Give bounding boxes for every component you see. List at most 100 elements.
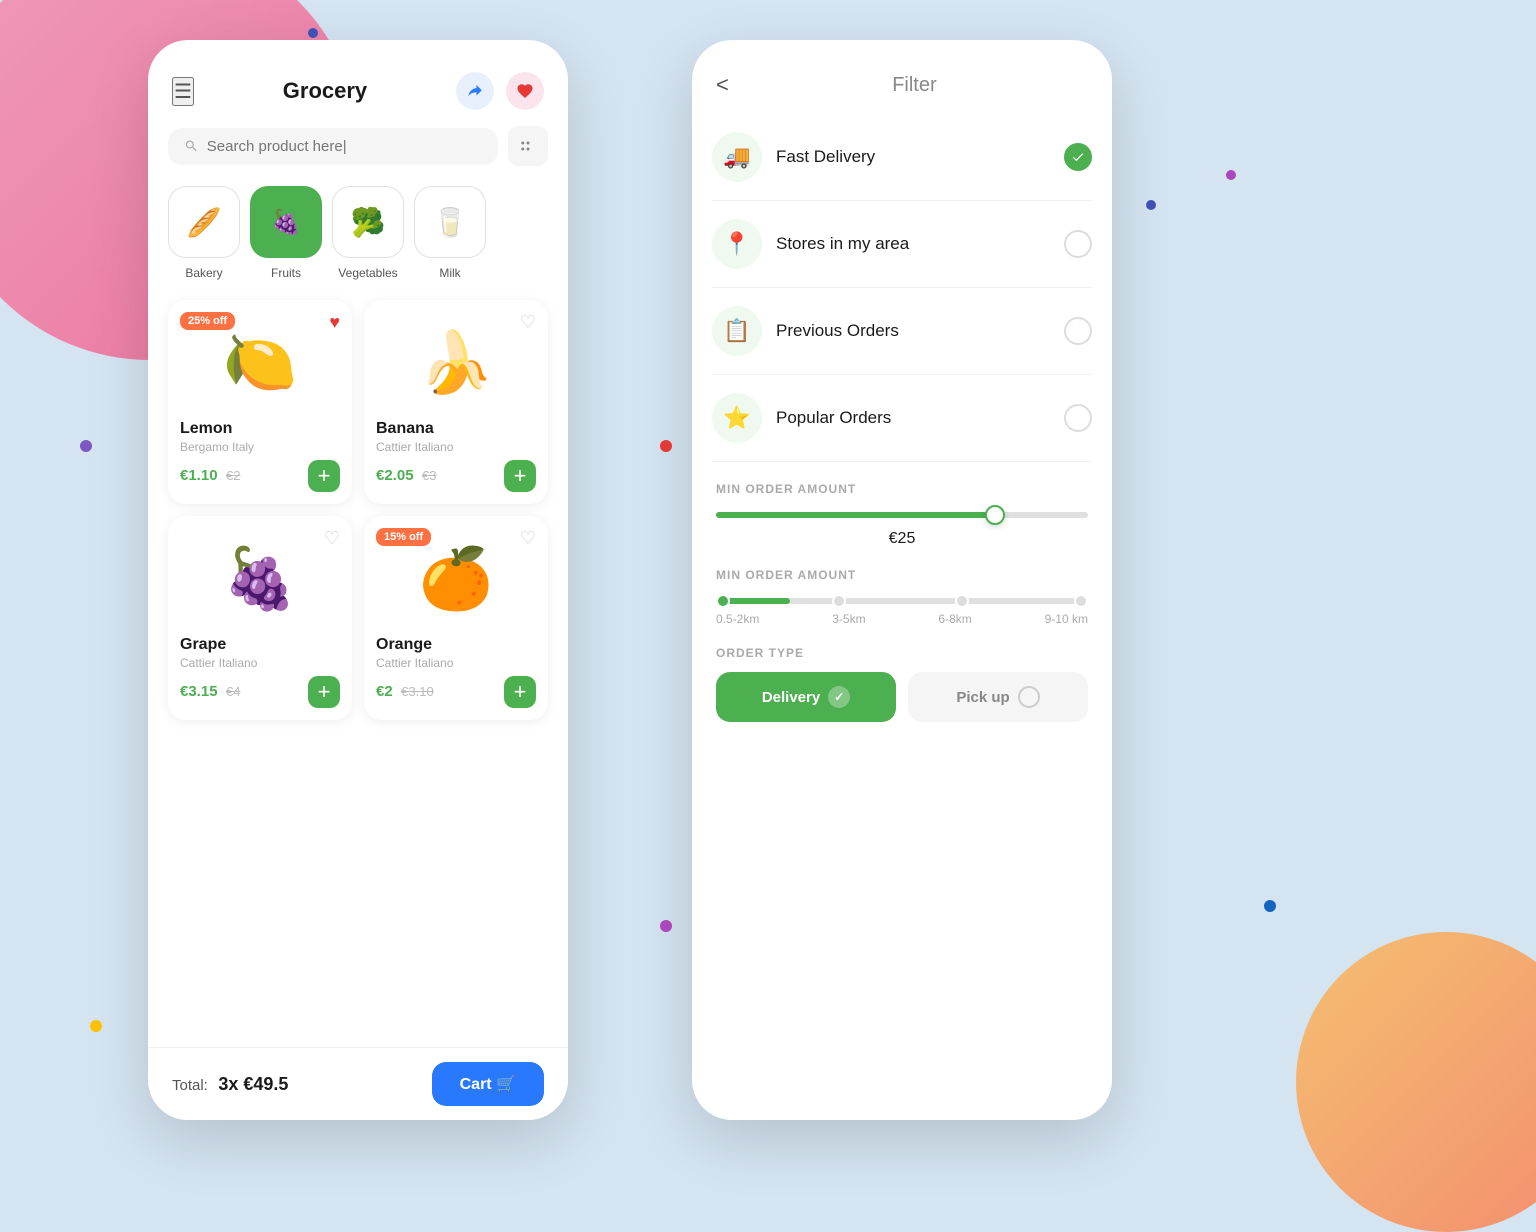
add-to-cart-lemon[interactable]: + <box>308 460 340 492</box>
wishlist-button[interactable] <box>506 72 544 110</box>
discount-badge-lemon: 25% off <box>180 312 235 330</box>
vegetables-label: Vegetables <box>338 266 397 280</box>
order-type-row: Delivery ✓ Pick up <box>716 672 1088 722</box>
filter-dots-button[interactable] <box>508 126 548 166</box>
pickup-button[interactable]: Pick up <box>908 672 1088 722</box>
popular-orders-label: Popular Orders <box>776 408 1050 428</box>
delivery-button[interactable]: Delivery ✓ <box>716 672 896 722</box>
share-button[interactable] <box>456 72 494 110</box>
product-origin-grape: Cattier Italiano <box>180 656 340 670</box>
stores-label: Stores in my area <box>776 234 1050 254</box>
cart-button[interactable]: Cart 🛒 <box>432 1062 544 1106</box>
price-new-orange: €2 <box>376 683 393 700</box>
milk-icon-wrap: 🥛 <box>414 186 486 258</box>
product-origin-orange: Cattier Italiano <box>376 656 536 670</box>
decorative-dot-7 <box>1264 900 1276 912</box>
price-old-grape: €4 <box>226 684 240 699</box>
decorative-dot-5 <box>660 920 672 932</box>
filter-fast-delivery[interactable]: 🚚 Fast Delivery <box>712 114 1092 201</box>
product-price-row-grape: €3.15 €4 + <box>180 676 340 708</box>
product-orange: 15% off ♡ 🍊 Orange Cattier Italiano €2 €… <box>364 516 548 720</box>
add-to-cart-grape[interactable]: + <box>308 676 340 708</box>
filter-title: Filter <box>741 74 1088 97</box>
add-to-cart-orange[interactable]: + <box>504 676 536 708</box>
app-title: Grocery <box>283 78 367 104</box>
discount-badge-orange: 15% off <box>376 528 431 546</box>
distance-label: MIN ORDER AMOUNT <box>716 568 1088 582</box>
price-new-banana: €2.05 <box>376 467 414 484</box>
min-order-track <box>716 512 1088 518</box>
min-order-label: MIN ORDER AMOUNT <box>716 482 1088 496</box>
fast-delivery-label: Fast Delivery <box>776 147 1050 167</box>
fast-delivery-radio[interactable] <box>1064 143 1092 171</box>
cart-total: Total: 3x €49.5 <box>172 1074 288 1095</box>
decorative-dot-0 <box>308 28 318 38</box>
popular-orders-radio[interactable] <box>1064 404 1092 432</box>
bakery-icon-wrap: 🥖 <box>168 186 240 258</box>
filter-header: < Filter <box>692 40 1112 114</box>
milk-label: Milk <box>439 266 460 280</box>
product-price-row-lemon: €1.10 €2 + <box>180 460 340 492</box>
wishlist-lemon[interactable]: ♥ <box>329 312 340 333</box>
filter-stores[interactable]: 📍 Stores in my area <box>712 201 1092 288</box>
price-old-orange: €3.10 <box>401 684 434 699</box>
order-type-section: ORDER TYPE Delivery ✓ Pick up <box>692 646 1112 742</box>
bg-decoration-orange <box>1296 932 1536 1232</box>
header-icons <box>456 72 544 110</box>
distance-label-3: 6-8km <box>938 612 971 626</box>
price-old-lemon: €2 <box>226 468 240 483</box>
min-order-value: €25 <box>716 530 1088 548</box>
wishlist-grape[interactable]: ♡ <box>324 528 340 549</box>
search-bar <box>168 126 548 166</box>
price-group-banana: €2.05 €3 <box>376 467 436 485</box>
price-group-grape: €3.15 €4 <box>180 683 240 701</box>
decorative-dot-3 <box>90 1020 102 1032</box>
product-origin-banana: Cattier Italiano <box>376 440 536 454</box>
price-group-orange: €2 €3.10 <box>376 683 434 701</box>
filter-list: 🚚 Fast Delivery 📍 Stores in my area 📋 Pr… <box>692 114 1112 462</box>
decorative-dot-1 <box>1226 170 1236 180</box>
fruits-icon-wrap: 🍇 <box>250 186 322 258</box>
search-input-wrap[interactable] <box>168 128 498 165</box>
search-input[interactable] <box>207 138 482 155</box>
filter-phone: < Filter 🚚 Fast Delivery 📍 Stores in my … <box>692 40 1112 1120</box>
min-order-section: MIN ORDER AMOUNT €25 <box>692 462 1112 568</box>
stores-icon: 📍 <box>712 219 762 269</box>
price-new-grape: €3.15 <box>180 683 218 700</box>
product-name-lemon: Lemon <box>180 420 340 438</box>
decorative-dot-2 <box>80 440 92 452</box>
previous-orders-radio[interactable] <box>1064 317 1092 345</box>
distance-section: MIN ORDER AMOUNT 0.5-2km 3-5km 6-8km 9-1… <box>692 568 1112 646</box>
product-origin-lemon: Bergamo Italy <box>180 440 340 454</box>
previous-orders-label: Previous Orders <box>776 321 1050 341</box>
category-milk[interactable]: 🥛 Milk <box>414 186 486 280</box>
menu-button[interactable]: ☰ <box>172 77 194 106</box>
min-order-thumb[interactable] <box>985 505 1005 525</box>
product-name-orange: Orange <box>376 636 536 654</box>
product-lemon: 25% off ♥ 🍋 Lemon Bergamo Italy €1.10 €2… <box>168 300 352 504</box>
filter-popular-orders[interactable]: ⭐ Popular Orders <box>712 375 1092 462</box>
category-vegetables[interactable]: 🥦 Vegetables <box>332 186 404 280</box>
product-image-banana: 🍌 <box>376 312 536 412</box>
previous-orders-icon: 📋 <box>712 306 762 356</box>
category-fruits[interactable]: 🍇 Fruits <box>250 186 322 280</box>
wishlist-banana[interactable]: ♡ <box>520 312 536 333</box>
distance-labels: 0.5-2km 3-5km 6-8km 9-10 km <box>716 612 1088 626</box>
price-new-lemon: €1.10 <box>180 467 218 484</box>
distance-dot-4 <box>1074 594 1088 608</box>
category-bakery[interactable]: 🥖 Bakery <box>168 186 240 280</box>
total-amount: 3x €49.5 <box>218 1074 288 1094</box>
distance-dot-1 <box>716 594 730 608</box>
add-to-cart-banana[interactable]: + <box>504 460 536 492</box>
price-group-lemon: €1.10 €2 <box>180 467 240 485</box>
stores-radio[interactable] <box>1064 230 1092 258</box>
product-price-row-orange: €2 €3.10 + <box>376 676 536 708</box>
back-button[interactable]: < <box>716 72 729 98</box>
min-order-fill <box>716 512 995 518</box>
filter-previous-orders[interactable]: 📋 Previous Orders <box>712 288 1092 375</box>
total-label: Total: <box>172 1077 208 1094</box>
product-grid: 25% off ♥ 🍋 Lemon Bergamo Italy €1.10 €2… <box>148 288 568 732</box>
distance-label-1: 0.5-2km <box>716 612 759 626</box>
product-banana: ♡ 🍌 Banana Cattier Italiano €2.05 €3 + <box>364 300 548 504</box>
wishlist-orange[interactable]: ♡ <box>520 528 536 549</box>
